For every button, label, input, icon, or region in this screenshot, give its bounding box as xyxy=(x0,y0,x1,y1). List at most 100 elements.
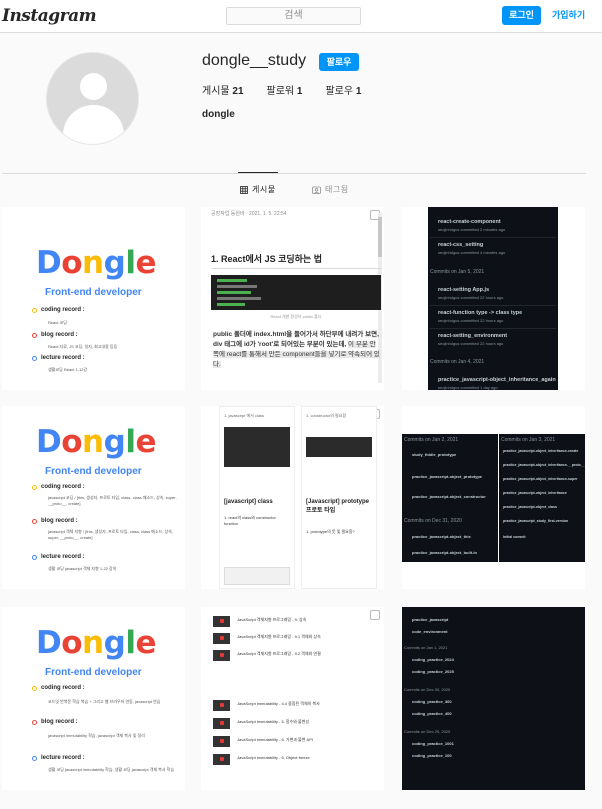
post-tile-cover-2[interactable]: Dongle Front-end developer coding record… xyxy=(2,406,185,589)
front-end-subtitle: Front-end developer xyxy=(45,287,142,298)
record-detail: React 자료, JS 코딩, 일지, 회고내용 등등 xyxy=(48,344,118,349)
stat-followers[interactable]: 팔로워 1 xyxy=(267,82,303,97)
blog-meta: 공장작업 등원바 · 2021. 1. 5. 22:54 xyxy=(211,211,287,217)
doc-text: 1. react의 class와 constructor function xyxy=(224,515,276,526)
list-item: JavaScript 객체지향 프로그래밍 - 9. 상속 xyxy=(213,615,383,628)
title-letter: n xyxy=(82,424,104,460)
commit-title: practice_javascript-object_prototype xyxy=(412,474,483,479)
post-tile-blog-1[interactable]: 공장작업 등원바 · 2021. 1. 5. 22:54 1. React에서 … xyxy=(201,207,384,390)
title-letter: n xyxy=(82,625,104,661)
title-letter: e xyxy=(135,245,156,281)
stat-posts-value: 21 xyxy=(232,86,244,97)
tabs-divider xyxy=(2,173,586,174)
commit-author: seojinhdgus committed 1 day ago xyxy=(438,385,498,390)
commit-title: coding_practice_100 xyxy=(412,753,452,758)
stat-following-label: 팔로우 xyxy=(325,86,354,97)
stat-posts: 게시물 21 xyxy=(202,82,244,97)
bullet-icon xyxy=(32,484,37,490)
front-end-subtitle: Front-end developer xyxy=(45,667,142,678)
commit-title: practice_javascript-object_inheritance-s… xyxy=(503,477,578,481)
commit-title: practice_javascript-object_built-in xyxy=(412,550,477,555)
stat-following[interactable]: 팔로우 1 xyxy=(325,82,361,97)
login-button[interactable]: 로그인 xyxy=(502,6,541,25)
commit-author: seojinhdgus committed 22 hours ago xyxy=(438,295,504,300)
signup-link[interactable]: 가입하기 xyxy=(552,6,585,25)
record-detail: 생활 코딩 javascript 객체 지향 1-22 강의 xyxy=(48,566,117,571)
doc-right-column: 1. constructor의 필요함 [Javascript] prototy… xyxy=(301,406,377,589)
list-item-title: JavaScript immutability - 4.4 중첩된 객체의 복사 xyxy=(237,701,320,706)
post-tile-cover-1[interactable]: Dongle Front-end developer coding record… xyxy=(2,207,185,390)
record-detail: 생활 코딩 javascript immutability 학습, 생활 코딩 … xyxy=(48,767,175,772)
title-letter: e xyxy=(135,625,156,661)
blog-paragraph: public 폴더에 index.html을 들어가서 하단부에 내려가 보면,… xyxy=(213,330,381,370)
post-tile-github-2[interactable]: Commits on Jan 2, 2021 study_fiddle_prot… xyxy=(402,406,585,589)
coding-record-label: coding record : xyxy=(32,484,85,490)
grid-icon xyxy=(240,185,248,194)
stat-followers-label: 팔로워 xyxy=(266,86,295,97)
list-item: JavaScript immutability - 6. Object free… xyxy=(213,753,383,766)
profile-avatar[interactable] xyxy=(46,52,139,145)
commit-title: coding_practice_2024 xyxy=(412,657,454,662)
list-item-title: JavaScript immutability - 6. Object free… xyxy=(237,755,310,760)
title-letter: l xyxy=(125,424,136,460)
post-tile-doc-2[interactable]: 1. javascript 에서 class [javascript] clas… xyxy=(201,406,384,589)
commit-title: practice_javascript-object_inheritance-c… xyxy=(503,449,579,453)
commit-section: Commits on Dec 31, 2020 xyxy=(404,518,462,524)
front-end-subtitle: Front-end developer xyxy=(45,466,142,477)
instagram-logo[interactable]: Instagram xyxy=(2,6,97,26)
bullet-icon xyxy=(32,719,37,725)
list-item: JavaScript 객체지향 프로그래밍 - 9.1 객체와 상속 xyxy=(213,632,383,645)
post-tile-github-3[interactable]: practice_javascript code_environment Com… xyxy=(402,607,585,790)
record-detail: 코드잇 반복문 학습 복습 + 그리고 웹 브라우저 연동, javascrip… xyxy=(48,699,161,704)
follow-button[interactable]: 팔로우 xyxy=(319,53,359,71)
commit-title: practice_javascript_study_first-version xyxy=(503,519,569,523)
list-item: JavaScript immutability - 4.4 중첩된 객체의 복사 xyxy=(213,699,383,712)
doc-text: 1. javascript 에서 class xyxy=(224,413,265,418)
commit-title: practice_javascript-object_inheritance xyxy=(503,491,567,495)
record-detail: React 코딩 xyxy=(48,320,67,325)
list-item-title: JavaScript 객체지향 프로그래밍 - 9.1 객체와 상속 xyxy=(237,634,321,639)
github-commit-list-left: Commits on Jan 2, 2021 study_fiddle_prot… xyxy=(402,434,498,562)
commit-section: Commits on Jan 2, 2021 xyxy=(404,437,459,443)
record-label-text: lecture record : xyxy=(41,554,85,560)
dongle-title: Dongle xyxy=(36,424,156,460)
commit-section: Commits on Jan 1, 2021 xyxy=(404,645,448,650)
commit-title: practice_javascript-object_this xyxy=(412,534,471,539)
lecture-record-label: lecture record : xyxy=(32,554,85,560)
bullet-icon xyxy=(32,554,37,560)
commit-title: react-function type -> class type xyxy=(438,310,523,316)
github-commit-list: practice_javascript code_environment Com… xyxy=(402,607,585,790)
post-tile-github-1[interactable]: react-create-component seojinhdgus commi… xyxy=(402,207,585,390)
commit-section: Commits on Jan 3, 2021 xyxy=(501,437,556,443)
commit-title: study_fiddle_prototype xyxy=(412,452,457,457)
commit-title: coding_practice_400 xyxy=(412,711,452,716)
profile-full-name: dongle xyxy=(202,109,235,120)
commit-title: code_environment xyxy=(412,629,448,634)
stat-following-value: 1 xyxy=(355,86,362,97)
doc-text: 1. prototype의 뜻 및 필요함? xyxy=(306,529,355,534)
list-item: JavaScript 객체지향 프로그래밍 - 9.2 객체와 연결 xyxy=(213,649,383,662)
profile-username: dongle__study xyxy=(202,52,307,69)
record-label-text: coding record : xyxy=(41,307,85,313)
bullet-icon xyxy=(32,332,37,338)
commit-title: practice_javascript-object_constructor xyxy=(412,494,486,499)
commit-title: react-setting App.js xyxy=(438,287,490,293)
commit-title: react-setting_environment xyxy=(438,333,508,339)
bullet-icon xyxy=(32,518,37,524)
tab-tagged-label: 태그됨 xyxy=(325,185,349,194)
tab-tagged[interactable]: 태그됨 xyxy=(312,184,349,195)
commit-title: practice_javascript xyxy=(412,617,449,622)
profile-stats: 게시물 21 팔로워 1 팔로우 1 xyxy=(202,82,384,97)
post-tile-cover-3[interactable]: Dongle Front-end developer coding record… xyxy=(2,607,185,790)
title-letter: o xyxy=(61,424,83,460)
doc-left-column: 1. javascript 에서 class [javascript] clas… xyxy=(219,406,295,589)
tab-posts[interactable]: 게시물 xyxy=(240,184,276,195)
commit-author: seojinhdgus committed 22 hours ago xyxy=(438,341,504,346)
post-tile-list-3[interactable]: JavaScript 객체지향 프로그래밍 - 9. 상속 JavaScript… xyxy=(201,607,384,790)
active-tab-indicator xyxy=(238,172,278,173)
search-input[interactable]: 검색 xyxy=(226,7,361,25)
commit-title: react-create-component xyxy=(438,219,501,225)
record-detail: javascript 객체 지향 / [this, 생성자, 프로토 타입, c… xyxy=(48,529,174,540)
title-letter: l xyxy=(125,625,136,661)
github-commit-list-right: Commits on Jan 3, 2021 practice_javascri… xyxy=(499,434,585,562)
